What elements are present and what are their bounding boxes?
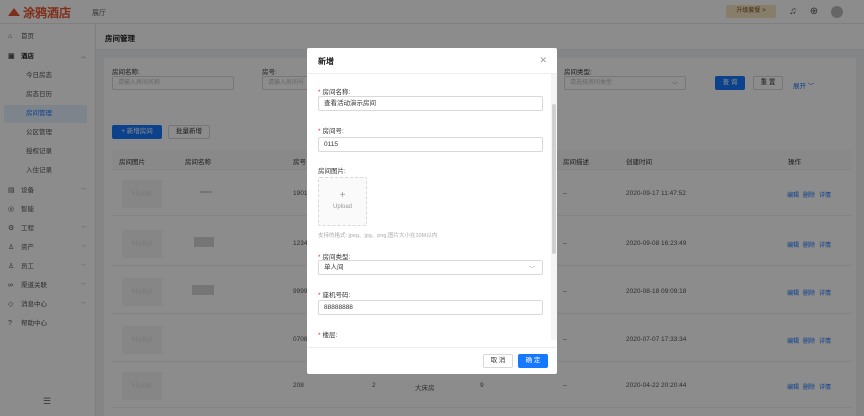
close-icon[interactable]: ✕: [539, 55, 547, 66]
modal-header: 新增 ✕: [307, 48, 557, 74]
cancel-button[interactable]: 取 消: [483, 354, 513, 368]
room-image-label: 房间图片:: [318, 168, 346, 175]
upload-hint: 支持的格式: jpeg、jpg、png,图片大小在10M以内: [318, 233, 438, 239]
modal-scrollbar[interactable]: [551, 74, 557, 340]
phone-input[interactable]: 88888888: [318, 300, 543, 315]
room-no-input[interactable]: 0115: [318, 137, 543, 152]
upload-button[interactable]: + Upload: [318, 177, 367, 226]
modal-title: 新增: [318, 57, 334, 66]
floor-label: * 楼层:: [318, 332, 338, 339]
modal-footer: 取 消 确 定: [307, 347, 557, 374]
chevron-down-icon: ﹀: [528, 267, 535, 273]
add-room-modal: 新增 ✕ * 房间名称: 查看活动演示房间 * 房间号: 0115 房间图片: + …: [307, 48, 557, 374]
modal-body: * 房间名称: 查看活动演示房间 * 房间号: 0115 房间图片: + Uploa…: [307, 74, 557, 340]
room-type-select[interactable]: 单人间 ﹀: [318, 260, 543, 275]
confirm-button[interactable]: 确 定: [518, 354, 548, 368]
scrollbar-thumb[interactable]: [552, 104, 556, 254]
room-no-label: * 房间号:: [318, 128, 344, 135]
room-name-input[interactable]: 查看活动演示房间: [318, 96, 543, 111]
room-name-label: * 房间名称:: [318, 89, 351, 96]
plus-icon: +: [339, 190, 346, 201]
phone-label: * 座机号码:: [318, 292, 351, 299]
